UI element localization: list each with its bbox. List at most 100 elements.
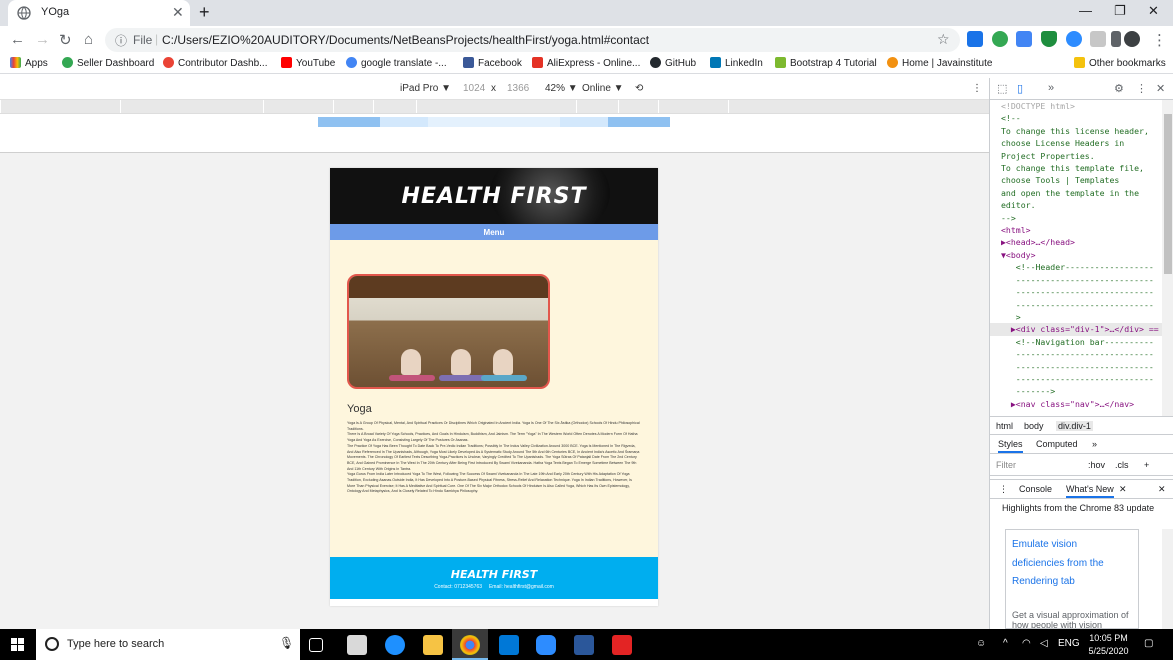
- bookmark-youtube[interactable]: YouTube: [281, 57, 335, 69]
- drawer-menu-icon[interactable]: ⋮: [999, 484, 1008, 495]
- tab-console[interactable]: Console: [1019, 484, 1052, 494]
- bookmark-apps[interactable]: Apps: [10, 57, 48, 69]
- viewport-width[interactable]: 1024: [463, 83, 485, 94]
- close-window-icon[interactable]: ✕: [1148, 3, 1159, 19]
- code-line[interactable]: -->: [990, 212, 1162, 224]
- acrobat-icon[interactable]: [612, 635, 632, 655]
- mail-icon[interactable]: [499, 635, 519, 655]
- tray-overflow-icon[interactable]: ^: [1003, 638, 1008, 649]
- code-line[interactable]: choose Tools | Templates: [990, 174, 1162, 186]
- code-line[interactable]: ------->: [990, 385, 1162, 397]
- code-line[interactable]: <!--Header------------------: [990, 261, 1162, 273]
- cls-toggle[interactable]: .cls: [1115, 460, 1129, 470]
- crumb-body[interactable]: body: [1024, 421, 1044, 431]
- minimize-icon[interactable]: —: [1079, 3, 1092, 18]
- taskbar-clock[interactable]: 10:05 PM 5/25/2020: [1081, 632, 1136, 658]
- extension-icon-6[interactable]: [1090, 31, 1106, 47]
- close-whats-new-icon[interactable]: ✕: [1119, 484, 1127, 495]
- code-line[interactable]: Project Properties.: [990, 150, 1162, 162]
- crumb-html[interactable]: html: [996, 421, 1013, 431]
- volume-icon[interactable]: ◁: [1040, 638, 1048, 649]
- code-line[interactable]: To change this license header,: [990, 125, 1162, 137]
- viewport-height[interactable]: 1366: [507, 83, 529, 94]
- new-tab-icon[interactable]: +: [199, 2, 210, 23]
- code-line[interactable]: ----------------------------: [990, 274, 1162, 286]
- bookmark-seller-dashboard[interactable]: Seller Dashboard: [62, 57, 154, 69]
- back-icon[interactable]: ←: [10, 31, 25, 48]
- bookmark-contributor[interactable]: Contributor Dashb...: [163, 57, 268, 69]
- feature-link[interactable]: Emulate vision deficiencies from the Ren…: [1012, 536, 1132, 592]
- chrome-icon[interactable]: [460, 635, 480, 655]
- word-icon[interactable]: [574, 635, 594, 655]
- code-line[interactable]: ----------------------------: [990, 299, 1162, 311]
- code-line-selected[interactable]: ▶<div class="div-1">…</div> ==: [990, 323, 1162, 336]
- tab-more[interactable]: »: [1092, 439, 1097, 449]
- media-query-bars[interactable]: [318, 117, 670, 127]
- tab-styles[interactable]: Styles: [998, 439, 1023, 453]
- code-line[interactable]: editor.: [990, 199, 1162, 211]
- code-line[interactable]: <!--Navigation bar----------: [990, 336, 1162, 348]
- code-line[interactable]: <html>: [990, 224, 1162, 236]
- code-line[interactable]: >: [990, 311, 1162, 323]
- zoom-icon[interactable]: [1066, 31, 1082, 47]
- address-bar[interactable]: ⓘ File | C:/Users/EZIO%20AUDITORY/Docume…: [105, 28, 960, 52]
- store-icon[interactable]: [347, 635, 367, 655]
- code-line[interactable]: ▶<nav class="nav">…</nav>: [990, 398, 1162, 410]
- avatar[interactable]: [1124, 31, 1140, 47]
- notifications-icon[interactable]: ▢: [1144, 638, 1153, 649]
- bookmark-github[interactable]: GitHub: [650, 57, 696, 69]
- drawer-scrollbar[interactable]: [1162, 529, 1173, 629]
- elements-scrollbar[interactable]: [1162, 100, 1173, 416]
- code-line[interactable]: ----------------------------: [990, 361, 1162, 373]
- extensions-menu-icon[interactable]: [1111, 31, 1121, 47]
- media-query-ruler[interactable]: [0, 100, 989, 114]
- extension-icon-1[interactable]: [967, 31, 983, 47]
- wifi-icon[interactable]: ◠: [1022, 638, 1031, 649]
- rotate-icon[interactable]: ⟲: [635, 83, 643, 94]
- network-select[interactable]: Online ▼: [582, 83, 624, 94]
- code-line[interactable]: ----------------------------: [990, 348, 1162, 360]
- device-select[interactable]: iPad Pro ▼: [400, 83, 451, 94]
- nav-menu[interactable]: Menu: [330, 224, 658, 240]
- zoom-select[interactable]: 42% ▼: [545, 83, 578, 94]
- code-line[interactable]: ▶<head>…</head>: [990, 236, 1162, 248]
- code-line[interactable]: ----------------------------: [990, 286, 1162, 298]
- language-indicator[interactable]: ENG: [1058, 638, 1080, 649]
- footer-email[interactable]: Email: healthfirst@gmail.com: [489, 584, 554, 590]
- site-logo[interactable]: HEALTH FIRST: [330, 184, 658, 209]
- bookmark-google-translate[interactable]: google translate -...: [346, 57, 447, 69]
- devtools-menu-icon[interactable]: ⋮: [1136, 82, 1147, 95]
- home-icon[interactable]: ⌂: [84, 31, 93, 48]
- close-devtools-icon[interactable]: ✕: [1156, 82, 1165, 95]
- code-line[interactable]: ▼<body>: [990, 249, 1162, 261]
- bookmark-star-icon[interactable]: ☆: [937, 31, 950, 48]
- device-toggle-icon[interactable]: ▯: [1017, 82, 1023, 95]
- cortana-icon[interactable]: [45, 637, 59, 651]
- edge-icon[interactable]: [385, 635, 405, 655]
- code-line[interactable]: ----------------------------: [990, 373, 1162, 385]
- bookmark-javainstitute[interactable]: Home | Javainstitute: [887, 57, 992, 69]
- inspect-icon[interactable]: ⬚: [997, 82, 1007, 95]
- close-drawer-icon[interactable]: ✕: [1158, 484, 1166, 495]
- browser-tab[interactable]: YOga ✕: [8, 0, 190, 26]
- bookmark-facebook[interactable]: Facebook: [463, 57, 522, 69]
- file-explorer-icon[interactable]: [423, 635, 443, 655]
- add-rule-icon[interactable]: +: [1144, 460, 1149, 470]
- menu-label[interactable]: Menu: [484, 228, 505, 237]
- bookmark-linkedin[interactable]: LinkedIn: [710, 57, 763, 69]
- restore-icon[interactable]: ❐: [1114, 3, 1126, 19]
- people-icon[interactable]: ☺: [976, 638, 986, 649]
- extension-icon-2[interactable]: [992, 31, 1008, 47]
- windows-start-icon[interactable]: [11, 638, 25, 652]
- hov-toggle[interactable]: :hov: [1088, 460, 1105, 470]
- code-line[interactable]: and open the template in the: [990, 187, 1162, 199]
- chrome-menu-icon[interactable]: ⋮: [1152, 31, 1167, 49]
- forward-icon[interactable]: →: [35, 31, 50, 48]
- more-panels-icon[interactable]: »: [1048, 82, 1054, 94]
- taskbar-search[interactable]: Type here to search 🎙: [36, 629, 300, 660]
- code-line[interactable]: To change this template file,: [990, 162, 1162, 174]
- crumb-div[interactable]: div.div-1: [1056, 421, 1093, 431]
- device-more-icon[interactable]: ⋮: [972, 83, 982, 94]
- info-icon[interactable]: ⓘ: [115, 32, 127, 49]
- url-text[interactable]: C:/Users/EZIO%20AUDITORY/Documents/NetBe…: [162, 33, 649, 47]
